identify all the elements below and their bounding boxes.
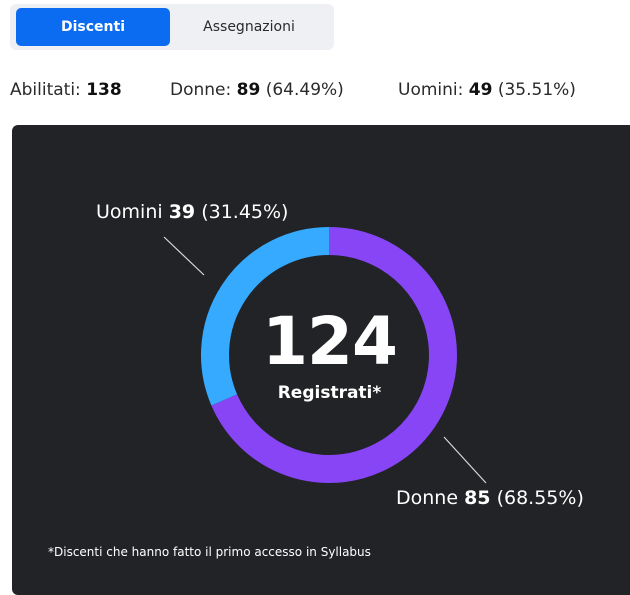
footnote: *Discenti che hanno fatto il primo acces… (48, 545, 371, 559)
stat-uomini-label: Uomini: (398, 80, 464, 100)
stat-abilitati: Abilitati: 138 (10, 80, 122, 100)
label-donne-value: 85 (464, 487, 491, 509)
view-tabs: Discenti Assegnazioni (10, 4, 334, 50)
center-total: 124 (262, 303, 398, 380)
label-uomini-value: 39 (168, 201, 196, 223)
label-donne: Donne 85 (68.55%) (396, 487, 584, 509)
label-uomini-name: Uomini (96, 201, 163, 223)
label-donne-name: Donne (396, 487, 459, 509)
stat-abilitati-label: Abilitati: (10, 80, 81, 100)
registrati-chart-panel: Uomini 39 (31.45%) Donne 85 (68.55%) 124… (12, 125, 630, 595)
label-donne-pct: (68.55%) (496, 487, 584, 509)
stat-donne: Donne: 89 (64.49%) (170, 80, 344, 100)
leader-line-uomini (163, 236, 205, 276)
label-uomini: Uomini 39 (31.45%) (96, 201, 288, 223)
tab-discenti[interactable]: Discenti (16, 8, 170, 46)
tab-assegnazioni[interactable]: Assegnazioni (170, 8, 328, 46)
center-label: Registrati* (277, 383, 382, 403)
stat-donne-label: Donne: (170, 80, 232, 100)
stat-donne-pct: (64.49%) (265, 80, 344, 100)
stat-donne-value: 89 (236, 80, 261, 100)
label-uomini-pct: (31.45%) (201, 201, 289, 223)
enrollment-stats: Abilitati: 138 Donne: 89 (64.49%) Uomini… (0, 80, 630, 102)
leader-line-donne (443, 436, 487, 484)
stat-uomini-value: 49 (468, 80, 493, 100)
stat-uomini-pct: (35.51%) (497, 80, 576, 100)
stat-uomini: Uomini: 49 (35.51%) (398, 80, 576, 100)
stat-abilitati-value: 138 (86, 80, 122, 100)
